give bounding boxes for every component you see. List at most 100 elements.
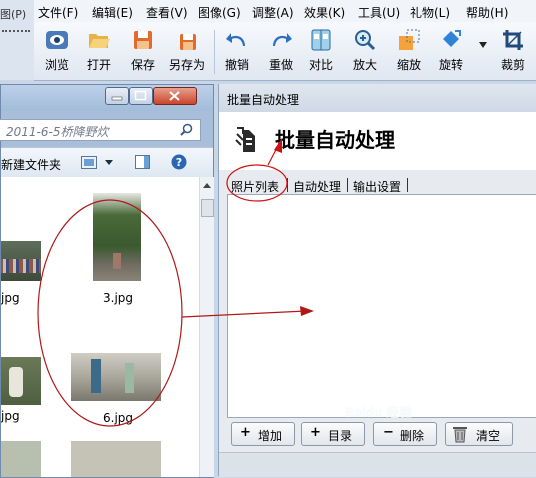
menu-adjust[interactable]: 调整(A) (252, 4, 294, 21)
file-name[interactable]: 6.jpg (103, 411, 133, 425)
save-button[interactable]: 保存 (122, 24, 164, 78)
resize-icon (399, 29, 420, 50)
rotate-icon (443, 30, 461, 47)
file-list: jpg 3.jpg jpg 6.jpg (1, 177, 199, 477)
toolbar: 浏览 打开 保存 另存为 撤销 重做 对比 放大 缩放 旋转 裁剪 (34, 22, 536, 81)
preview-pane-icon[interactable] (135, 155, 150, 169)
menu-item-image-clip-label: 图( (0, 8, 16, 21)
compare-icon (311, 29, 331, 51)
resize-label: 缩放 (396, 58, 421, 72)
save-label: 保存 (130, 58, 155, 72)
save-as-label: 另存为 (168, 58, 205, 72)
explorer-command-bar: 新建文件夹 ? (1, 147, 213, 179)
search-input[interactable]: 2011-6-5桥降野炊 (0, 119, 201, 141)
redo-button[interactable]: 重做 (260, 24, 302, 78)
svg-text:?: ? (176, 156, 182, 169)
redo-icon (273, 33, 292, 46)
background-window-strip: 图(P) (0, 0, 35, 80)
undo-label: 撤销 (224, 58, 249, 72)
menu-item-image-clip[interactable]: 图(P) (0, 6, 26, 22)
dialog-window-title: 批量自动处理 (227, 93, 300, 107)
file-thumbnail[interactable] (71, 441, 161, 477)
zoom-in-button[interactable]: 放大 (344, 24, 386, 78)
watermark: Baidu 经验 (345, 406, 413, 421)
file-thumbnail[interactable] (93, 193, 141, 281)
menu-image[interactable]: 图像(G) (198, 4, 241, 21)
save-as-icon (180, 34, 196, 50)
minimize-icon (111, 96, 123, 101)
close-button[interactable] (153, 87, 197, 105)
zoom-in-icon (355, 30, 376, 51)
menu-edit[interactable]: 编辑(E) (92, 4, 133, 21)
dialog-footer (219, 452, 536, 477)
file-thumbnail[interactable] (1, 441, 41, 477)
crop-icon (503, 30, 523, 50)
resize-button[interactable]: 缩放 (388, 24, 430, 78)
tab-photo-list[interactable]: 照片列表 (231, 176, 279, 196)
open-label: 打开 (86, 58, 111, 72)
scrollbar-thumb[interactable] (201, 199, 214, 217)
menu-item-image-clip-key: P) (15, 8, 27, 21)
file-name[interactable]: jpg (1, 291, 20, 305)
file-thumbnail[interactable] (1, 241, 41, 281)
compare-button[interactable]: 对比 (300, 24, 342, 78)
zoom-in-label: 放大 (352, 58, 377, 72)
file-name[interactable]: 3.jpg (103, 291, 133, 305)
search-icon[interactable] (180, 123, 193, 136)
rotate-label: 旋转 (438, 58, 463, 72)
close-icon (169, 91, 180, 101)
minus-icon: − (383, 425, 394, 440)
open-button[interactable]: 打开 (78, 24, 120, 78)
browse-button[interactable]: 浏览 (36, 24, 78, 78)
menu-file[interactable]: 文件(F) (38, 4, 78, 21)
save-as-button[interactable]: 另存为 (166, 24, 208, 78)
help-icon[interactable]: ? (171, 154, 187, 170)
menu-view[interactable]: 查看(V) (146, 4, 188, 21)
view-options-icon[interactable] (81, 156, 97, 169)
delete-button[interactable]: − 删除 (373, 422, 437, 446)
chevron-down-icon[interactable] (478, 42, 488, 48)
toolbar-separator (214, 30, 215, 74)
chevron-down-icon[interactable] (105, 160, 113, 165)
crop-label: 裁剪 (500, 58, 525, 72)
tab-auto-process[interactable]: 自动处理 (293, 176, 341, 196)
file-name[interactable]: jpg (1, 409, 20, 423)
trash-icon (453, 427, 467, 443)
maximize-button[interactable] (129, 87, 153, 105)
rotate-button[interactable]: 旋转 (430, 24, 472, 78)
file-thumbnail[interactable] (71, 353, 161, 401)
ruler-marks (2, 30, 30, 42)
search-input-text: 2011-6-5桥降野炊 (6, 125, 109, 139)
menu-effects[interactable]: 效果(K) (304, 4, 345, 21)
minimize-button[interactable] (105, 87, 129, 105)
batch-process-icon (235, 127, 255, 152)
add-button-label: 增加 (258, 429, 283, 443)
maximize-icon (134, 90, 147, 101)
clear-button[interactable]: 清空 (445, 422, 513, 446)
menu-tools[interactable]: 工具(U) (358, 4, 400, 21)
compare-label: 对比 (308, 58, 333, 72)
browse-label: 浏览 (44, 58, 69, 72)
photo-list-panel[interactable] (227, 194, 536, 418)
folder-open-icon (89, 34, 110, 48)
plus-icon: + (240, 425, 251, 440)
plus-icon: + (310, 425, 321, 440)
explorer-scrollbar[interactable] (199, 177, 214, 477)
undo-icon (226, 33, 245, 46)
scroll-up-icon[interactable] (203, 183, 211, 188)
folder-button[interactable]: + 目录 (301, 422, 365, 446)
floppy-icon (134, 31, 152, 49)
new-folder-button[interactable]: 新建文件夹 (1, 156, 61, 173)
explorer-titlebar (1, 85, 213, 111)
eye-icon (46, 31, 68, 49)
crop-button[interactable]: 裁剪 (492, 24, 534, 78)
menu-help[interactable]: 帮助(H) (466, 4, 508, 21)
explorer-search-row: 2011-6-5桥降野炊 (0, 115, 213, 145)
menu-gifts[interactable]: 礼物(L) (410, 4, 450, 21)
clear-button-label: 清空 (476, 429, 501, 443)
tab-output-settings[interactable]: 输出设置 (353, 176, 401, 196)
file-thumbnail[interactable] (1, 357, 41, 405)
add-button[interactable]: + 增加 (231, 422, 295, 446)
undo-button[interactable]: 撤销 (216, 24, 258, 78)
redo-label: 重做 (268, 58, 293, 72)
